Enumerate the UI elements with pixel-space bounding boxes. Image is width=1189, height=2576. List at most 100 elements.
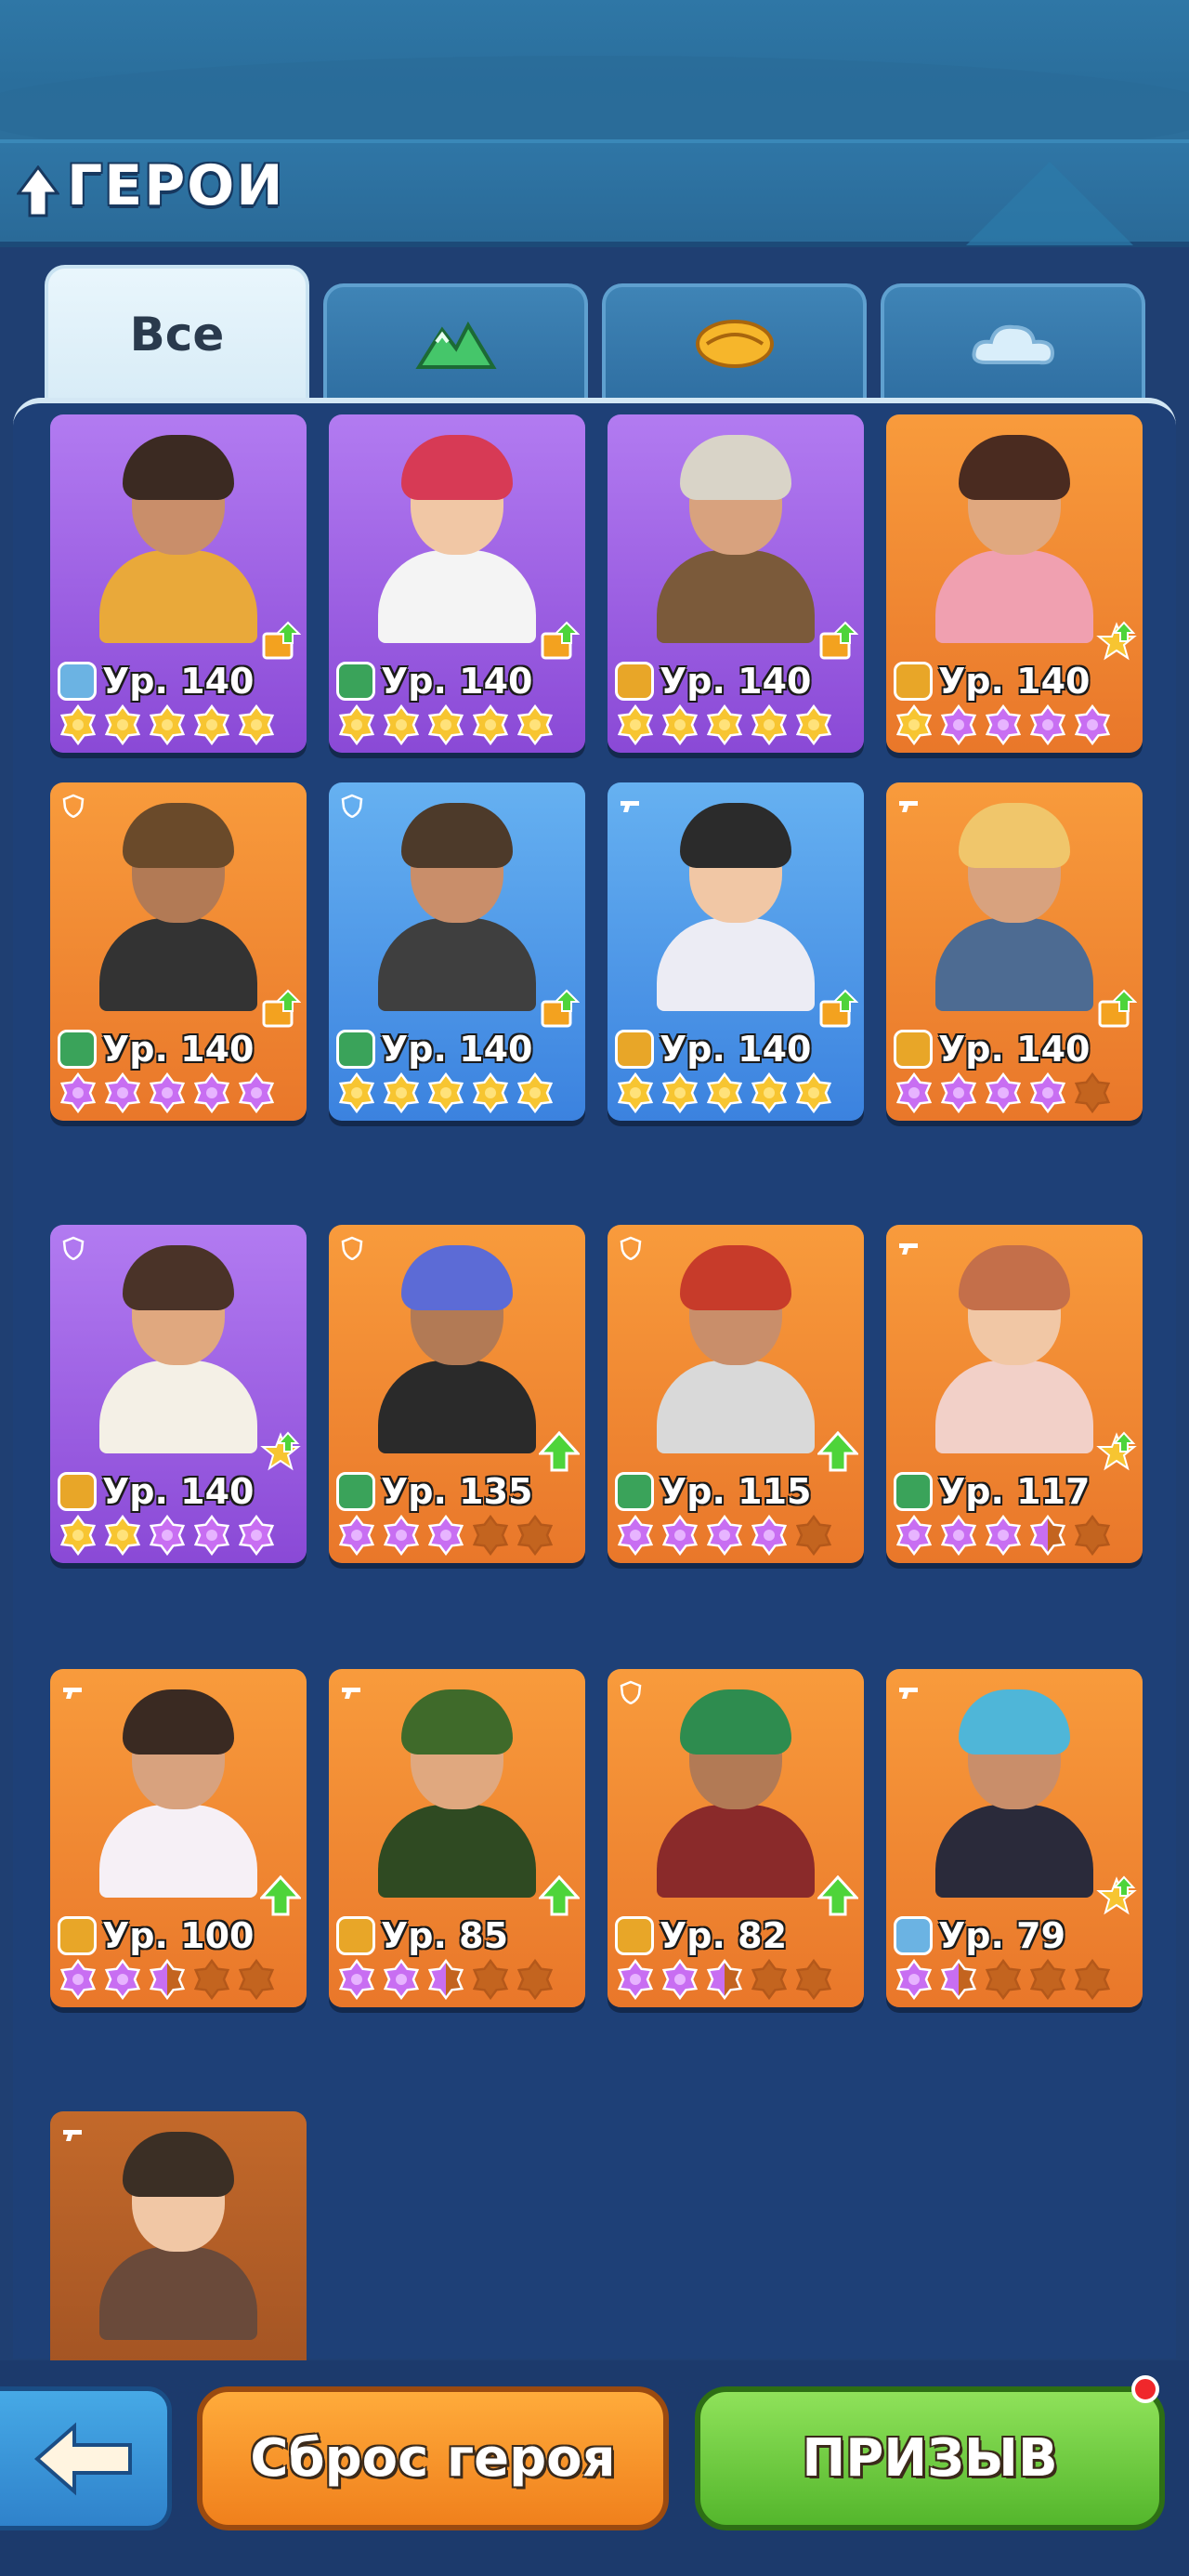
desert-faction-icon — [615, 1030, 654, 1069]
star-icon — [617, 704, 654, 745]
star-icon — [149, 1959, 186, 2000]
star-icon — [338, 1959, 375, 2000]
gun-role-icon — [899, 801, 918, 812]
star-icon — [985, 704, 1022, 745]
star-icon — [895, 1959, 933, 2000]
sky-faction-icon — [894, 1916, 933, 1955]
hero-level-row: Ур. 82 — [615, 1912, 787, 1959]
star-icon — [706, 1959, 743, 2000]
hero-card[interactable]: Ур. 140 — [50, 782, 307, 1121]
hero-level-row: Ур. 140 — [615, 658, 812, 704]
mountain-faction-icon — [58, 1030, 97, 1069]
hero-level: Ур. 85 — [381, 1915, 509, 1956]
top-banner — [0, 0, 1189, 167]
hero-portrait — [378, 803, 536, 1011]
star-icon — [706, 1072, 743, 1113]
hero-level-row: Ур. 140 — [894, 658, 1091, 704]
hero-card[interactable]: Ур. 140 — [329, 414, 585, 753]
star-icon — [985, 1959, 1022, 2000]
skill-book-icon — [1098, 989, 1137, 1028]
page-title: ГЕРОИ — [67, 153, 285, 218]
star-rating — [894, 1072, 1113, 1113]
star-icon — [59, 1515, 97, 1556]
hero-card[interactable]: Ур. 79 — [886, 1669, 1143, 2007]
gun-role-icon — [899, 1688, 918, 1699]
tab-desert[interactable] — [602, 283, 867, 400]
reset-hero-button[interactable]: Сброс героя — [197, 2386, 669, 2530]
star-icon — [940, 1959, 977, 2000]
star-rating — [58, 704, 277, 745]
hero-level-row: Ур. 140 — [336, 1026, 533, 1072]
hero-card[interactable]: Ур. 140 — [608, 782, 864, 1121]
shield-role-icon — [620, 1680, 642, 1704]
tab-mountain[interactable] — [323, 283, 588, 400]
star-rating — [894, 1959, 1113, 2000]
upgrade-arrow-icon — [539, 1875, 580, 1916]
hero-card[interactable]: Ур. 140 — [886, 414, 1143, 753]
hero-portrait — [99, 2132, 257, 2340]
star-icon — [104, 1959, 141, 2000]
star-icon — [795, 704, 832, 745]
star-icon — [1029, 704, 1066, 745]
star-icon — [427, 1515, 464, 1556]
hero-card[interactable]: Ур. 140 — [886, 782, 1143, 1121]
hero-card[interactable]: Ур. 100 — [50, 1669, 307, 2007]
shield-role-icon — [62, 1236, 85, 1260]
hero-card[interactable]: Ур. 140 — [608, 414, 864, 753]
hero-card[interactable]: Ур. 85 — [329, 1669, 585, 2007]
hero-level-row: Ур. 140 — [894, 1026, 1091, 1072]
skill-book-icon — [262, 621, 301, 660]
star-icon — [427, 1959, 464, 2000]
star-icon — [895, 1515, 933, 1556]
star-icon — [149, 1072, 186, 1113]
hero-level: Ур. 135 — [381, 1471, 533, 1512]
star-icon — [59, 1959, 97, 2000]
hero-level: Ур. 117 — [938, 1471, 1091, 1512]
hero-portrait — [378, 435, 536, 643]
hero-level: Ур. 140 — [938, 1029, 1091, 1070]
hero-portrait — [657, 1689, 815, 1898]
star-icon — [985, 1515, 1022, 1556]
star-icon — [238, 1072, 275, 1113]
mountain-faction-icon — [336, 1030, 375, 1069]
cloud-faction-icon — [972, 324, 1054, 364]
star-upgrade-icon — [1096, 1875, 1137, 1915]
hero-card[interactable]: Ур. 82 — [608, 1669, 864, 2007]
hero-portrait — [935, 803, 1093, 1011]
hero-card[interactable]: Ур. 140 — [50, 414, 307, 753]
hero-card[interactable]: Ур. 140 — [50, 1225, 307, 1563]
star-icon — [383, 1515, 420, 1556]
hero-card[interactable]: Ур. 135 — [329, 1225, 585, 1563]
star-icon — [751, 1515, 788, 1556]
summon-button[interactable]: ПРИЗЫВ — [695, 2386, 1165, 2530]
gun-role-icon — [899, 1243, 918, 1255]
desert-faction-icon — [615, 1916, 654, 1955]
back-button[interactable] — [0, 2386, 172, 2530]
shield-role-icon — [341, 1236, 363, 1260]
star-icon — [1074, 1959, 1111, 2000]
hero-level: Ур. 82 — [660, 1915, 788, 1956]
upgrade-arrow-icon — [817, 1875, 858, 1916]
reset-hero-label: Сброс героя — [250, 2428, 616, 2489]
hero-card[interactable]: Ур. 140 — [329, 782, 585, 1121]
star-rating — [615, 1072, 834, 1113]
star-icon — [472, 704, 509, 745]
star-icon — [1074, 1515, 1111, 1556]
star-icon — [617, 1515, 654, 1556]
desert-faction-icon — [615, 662, 654, 701]
tab-all[interactable]: Все — [45, 265, 309, 400]
hero-card[interactable]: Ур. 115 — [608, 1225, 864, 1563]
hero-level: Ур. 100 — [102, 1915, 255, 1956]
star-icon — [472, 1959, 509, 2000]
star-icon — [706, 704, 743, 745]
star-icon — [238, 704, 275, 745]
hero-card[interactable]: Ур. 117 — [886, 1225, 1143, 1563]
star-icon — [383, 704, 420, 745]
tab-sky[interactable] — [881, 283, 1145, 400]
star-icon — [1074, 1072, 1111, 1113]
star-icon — [895, 704, 933, 745]
star-icon — [661, 1072, 699, 1113]
star-icon — [617, 1072, 654, 1113]
hero-level-row: Ур. 117 — [894, 1468, 1091, 1515]
hero-level: Ур. 140 — [660, 661, 812, 702]
